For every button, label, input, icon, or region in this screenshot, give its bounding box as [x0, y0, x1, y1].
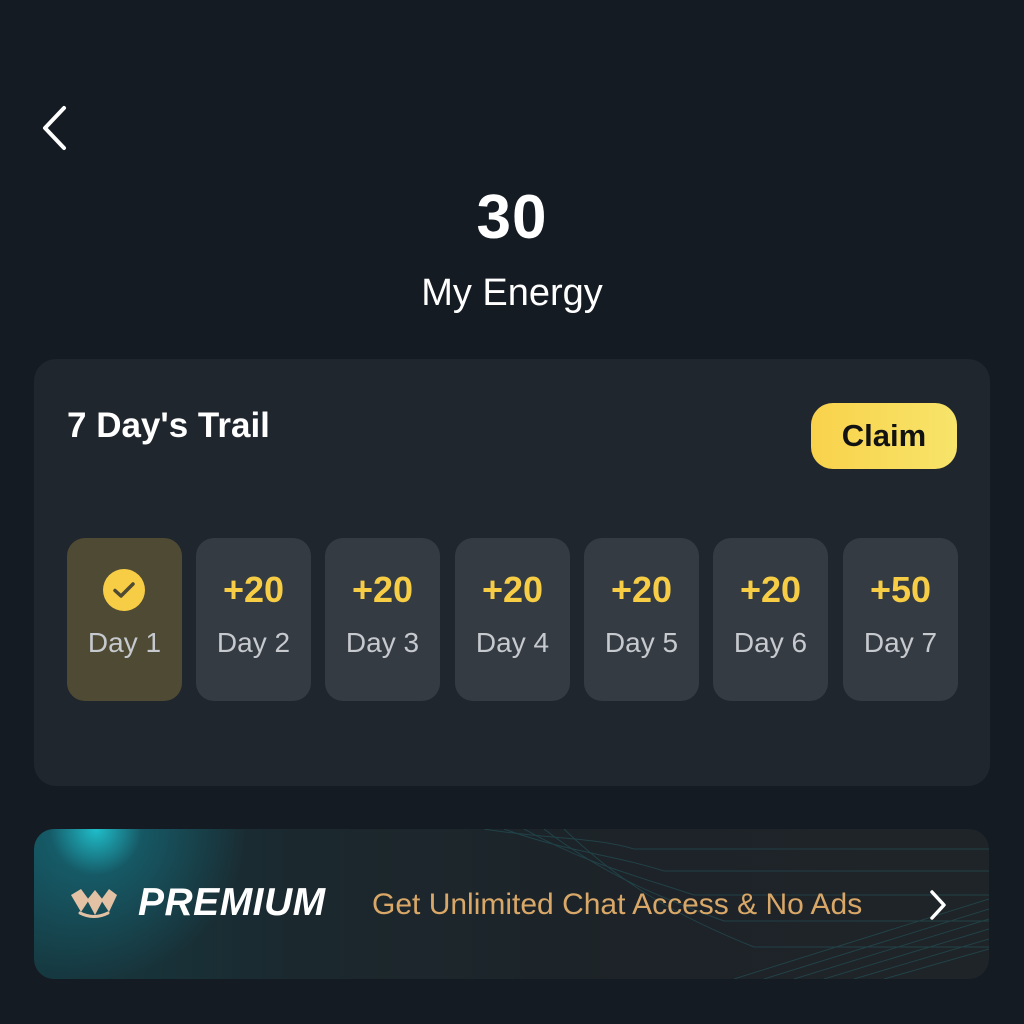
day-tile-4[interactable]: +20 Day 4 [455, 538, 570, 701]
day-reward: +20 [610, 569, 673, 610]
chevron-right-icon [930, 890, 946, 920]
day-label: Day 5 [604, 627, 679, 658]
premium-description: Get Unlimited Chat Access & No Ads [372, 888, 863, 921]
day-tile-5[interactable]: +20 Day 5 [584, 538, 699, 701]
day-tile-1[interactable]: Day 1 [67, 538, 182, 701]
chevron-left-icon [43, 106, 66, 150]
premium-logo-icon [71, 889, 117, 918]
day-label: Day 2 [216, 627, 291, 658]
day-reward: +20 [481, 569, 544, 610]
energy-value: 30 [476, 183, 548, 252]
energy-label: My Energy [421, 272, 603, 314]
energy-screen: 30 My Energy 7 Day's Trail Claim Day 1 +… [0, 0, 1024, 1024]
day-reward: +20 [222, 569, 285, 610]
day-label: Day 3 [345, 627, 420, 658]
day-tile-6[interactable]: +20 Day 6 [713, 538, 828, 701]
back-button[interactable] [30, 100, 78, 156]
day-tile-7[interactable]: +50 Day 7 [843, 538, 958, 701]
day-label: Day 4 [475, 627, 550, 658]
day-label: Day 7 [863, 627, 938, 658]
day-label: Day 1 [87, 627, 162, 658]
trial-card: 7 Day's Trail Claim Day 1 +20 Day 2 +20 … [34, 359, 990, 786]
day-tile-3[interactable]: +20 Day 3 [325, 538, 440, 701]
day-label: Day 6 [733, 627, 808, 658]
day-reward: +20 [351, 569, 414, 610]
trial-title: 7 Day's Trail [67, 406, 270, 445]
claim-button[interactable]: Claim [811, 403, 957, 469]
premium-title: PREMIUM [138, 881, 326, 924]
day-reward: +50 [869, 569, 932, 610]
premium-banner[interactable]: PREMIUM Get Unlimited Chat Access & No A… [34, 829, 989, 979]
day-reward: +20 [739, 569, 802, 610]
day-tile-2[interactable]: +20 Day 2 [196, 538, 311, 701]
check-circle-icon [103, 569, 145, 611]
